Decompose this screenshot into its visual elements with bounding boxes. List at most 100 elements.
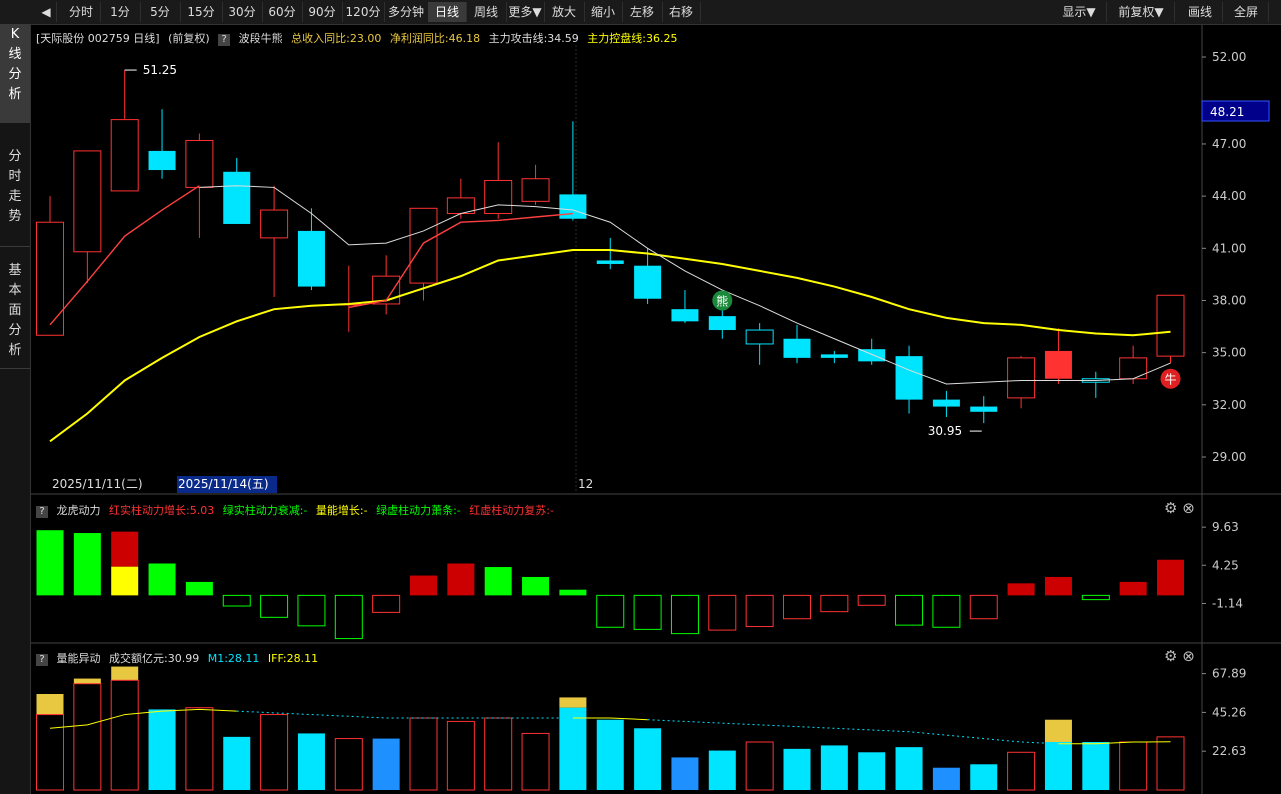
volume-extra-bar xyxy=(36,694,64,715)
volume-bar xyxy=(932,767,960,790)
candle-body xyxy=(297,230,325,287)
power-bar xyxy=(559,589,587,596)
toolbar-period-3[interactable]: 15分 xyxy=(180,2,223,22)
volume-bar xyxy=(223,736,251,790)
toolbar-period-12[interactable]: 放大 xyxy=(544,2,585,22)
candle-body xyxy=(110,119,139,192)
sidebar-tab-fundamental[interactable]: 基本面分析 xyxy=(0,260,30,369)
bear-mark-label: 熊 xyxy=(716,293,728,308)
candle-body xyxy=(858,349,886,362)
candle-body xyxy=(820,354,848,358)
power-bar xyxy=(820,594,849,613)
toolbar-period-7[interactable]: 120分 xyxy=(342,2,385,22)
power-bar xyxy=(1081,594,1110,601)
toolbar-period-0[interactable]: 分时 xyxy=(62,2,101,22)
volume-bar xyxy=(110,679,139,791)
toolbar-period-14[interactable]: 左移 xyxy=(622,2,663,22)
power-bar xyxy=(745,594,774,628)
power-bar xyxy=(447,563,475,596)
price-tick-label: 44.00 xyxy=(1212,189,1246,203)
toolbar-right-1[interactable]: 前复权▼ xyxy=(1108,2,1175,22)
candle-body xyxy=(932,399,960,407)
volume-bar xyxy=(783,748,811,790)
stock-chart[interactable]: 52.00 47.00 44.00 41.00 38.00 35.00 32.00 29.00… xyxy=(31,25,1281,794)
power-bar xyxy=(1007,583,1035,596)
price-tick-label: 32.00 xyxy=(1212,398,1246,412)
sidebar-tab-intraday[interactable]: 分时走势 xyxy=(0,146,30,247)
power-tick-label: -1.14 xyxy=(1212,596,1243,610)
volume-bar xyxy=(1119,741,1148,791)
power-bar xyxy=(297,594,326,627)
volume-ma-line xyxy=(1058,741,1171,745)
toolbar-period-9[interactable]: 日线 xyxy=(428,2,467,22)
price-tick-label: 29.00 xyxy=(1212,450,1246,464)
power-bar xyxy=(73,533,101,596)
back-icon[interactable]: ◀ xyxy=(36,2,57,22)
candle-body xyxy=(148,150,176,171)
power-bar xyxy=(596,594,625,628)
volume-bar xyxy=(745,741,774,791)
volume-ma-line xyxy=(647,719,1059,745)
toolbar-period-10[interactable]: 周线 xyxy=(466,2,507,22)
candle-body xyxy=(1044,350,1072,379)
power-bar xyxy=(111,531,139,567)
power-bar xyxy=(708,594,737,631)
low-label: 30.95 xyxy=(928,424,962,438)
candle-body xyxy=(745,329,774,345)
power-tick-label: 9.63 xyxy=(1212,520,1239,534)
price-tick-label: 52.00 xyxy=(1212,50,1246,64)
power-bar xyxy=(895,594,924,626)
volume-bar xyxy=(858,752,886,790)
power-bar xyxy=(148,563,176,596)
power-bar xyxy=(633,594,662,630)
power-bar xyxy=(185,581,213,596)
toolbar-period-15[interactable]: 右移 xyxy=(662,2,701,22)
toolbar-period-1[interactable]: 1分 xyxy=(100,2,141,22)
power-bar xyxy=(222,594,251,607)
ma-red-line xyxy=(49,185,200,326)
volume-bar xyxy=(484,717,513,791)
toolbar-right-3[interactable]: 全屏 xyxy=(1224,2,1269,22)
price-tick-label: 47.00 xyxy=(1212,137,1246,151)
toolbar-right-0[interactable]: 显示▼ xyxy=(1052,2,1107,22)
power-bar xyxy=(410,575,437,596)
volume-extra-bar xyxy=(73,678,101,684)
date-label: 12 xyxy=(578,477,593,491)
toolbar-right-2[interactable]: 画线 xyxy=(1178,2,1223,22)
toolbar-period-4[interactable]: 30分 xyxy=(222,2,263,22)
power-tick-label: 4.25 xyxy=(1212,558,1239,572)
power-bar xyxy=(372,594,401,613)
toolbar-period-2[interactable]: 5分 xyxy=(140,2,181,22)
toolbar-period-6[interactable]: 90分 xyxy=(302,2,343,22)
volume-bar xyxy=(559,707,587,790)
power-bar xyxy=(36,530,64,596)
power-bar xyxy=(670,594,699,635)
sidebar-tab-kline[interactable]: K线分析 xyxy=(0,24,30,123)
volume-bar xyxy=(446,720,475,791)
volume-bar xyxy=(36,714,64,791)
power-bar xyxy=(111,566,139,596)
volume-bar xyxy=(820,745,848,790)
power-bar xyxy=(260,594,289,618)
toolbar-period-13[interactable]: 缩小 xyxy=(584,2,623,22)
power-bar xyxy=(857,594,886,606)
date-label: 2025/11/14(五) xyxy=(178,477,269,491)
candle-body xyxy=(596,260,624,264)
volume-bar xyxy=(634,728,662,790)
candle-body xyxy=(223,171,251,224)
volume-tick-label: 67.89 xyxy=(1212,667,1246,681)
toolbar-period-8[interactable]: 多分钟 xyxy=(384,2,429,22)
candle-body xyxy=(634,265,662,299)
toolbar: ◀ 分时 1分 5分 15分 30分 60分 90分 120分 多分钟 日线 周线 更多▼ 放大 缩小 左移… xyxy=(0,0,1281,25)
candle-body xyxy=(521,178,550,202)
volume-bar xyxy=(409,717,438,791)
toolbar-period-11[interactable]: 更多▼ xyxy=(506,2,545,22)
toolbar-period-5[interactable]: 60分 xyxy=(262,2,303,22)
ma-yellow-line xyxy=(49,249,1171,443)
current-price-label: 48.21 xyxy=(1210,105,1244,119)
volume-ma-line xyxy=(49,708,237,729)
candle-body xyxy=(185,139,214,188)
power-bar xyxy=(1119,581,1147,596)
volume-extra-bar xyxy=(111,666,139,681)
volume-tick-label: 45.26 xyxy=(1212,705,1246,719)
